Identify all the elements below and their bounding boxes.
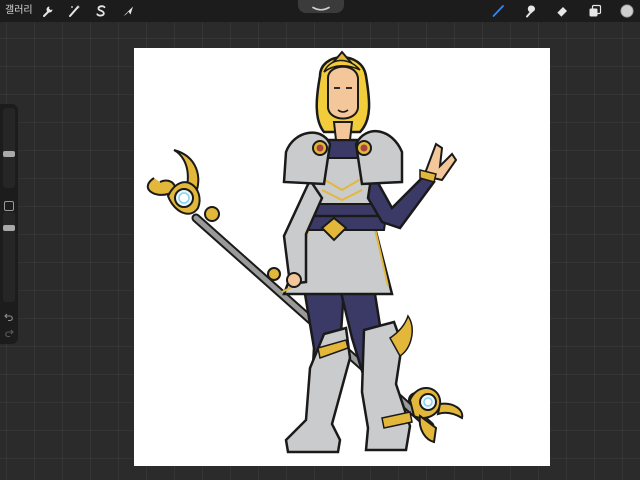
smudge-button[interactable]	[522, 2, 540, 20]
cursor-arrow-icon	[121, 4, 135, 18]
selection-button[interactable]	[92, 2, 110, 20]
top-toolbar: 갤러리	[0, 0, 640, 22]
opacity-thumb[interactable]	[3, 225, 15, 231]
head	[315, 50, 371, 141]
redo-button[interactable]	[3, 326, 15, 338]
modify-button[interactable]	[4, 201, 14, 211]
character-illustration	[146, 50, 464, 454]
magic-wand-icon	[67, 4, 81, 18]
layers-icon	[588, 4, 602, 18]
drawing-canvas[interactable]	[134, 48, 550, 466]
transform-button[interactable]	[119, 2, 137, 20]
eraser-button[interactable]	[553, 2, 571, 20]
chevron-down-icon	[312, 0, 330, 16]
selection-s-icon	[94, 4, 108, 18]
redo-icon	[4, 323, 14, 342]
left-sidebar	[0, 104, 18, 344]
actions-button[interactable]	[39, 2, 57, 20]
color-swatch-icon	[620, 4, 634, 18]
color-button[interactable]	[618, 2, 636, 20]
eraser-icon	[555, 4, 569, 18]
brush-button[interactable]	[489, 2, 507, 20]
adjustments-button[interactable]	[65, 2, 83, 20]
brush-size-slider[interactable]	[3, 108, 15, 188]
layers-button[interactable]	[586, 2, 604, 20]
smudge-icon	[524, 4, 538, 18]
gallery-button[interactable]: 갤러리	[5, 4, 33, 18]
brush-icon	[491, 4, 505, 18]
undo-button[interactable]	[3, 310, 15, 322]
wrench-icon	[41, 4, 55, 18]
toolbar-pull-tab[interactable]	[298, 0, 344, 13]
brush-size-thumb[interactable]	[3, 151, 15, 157]
